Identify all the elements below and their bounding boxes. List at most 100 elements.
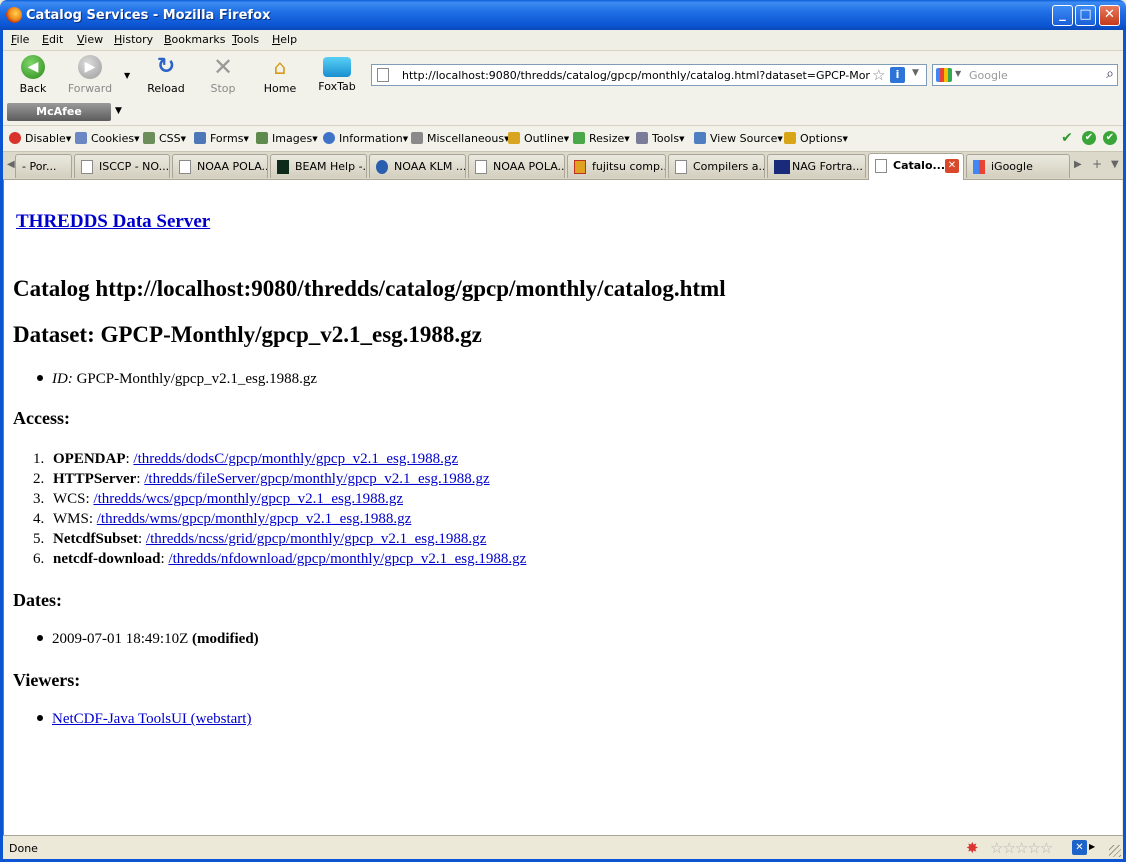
- css-valid-icon[interactable]: ✔: [1060, 131, 1074, 145]
- tab-isccp[interactable]: ISCCP - NO...: [74, 154, 170, 178]
- menu-help[interactable]: Help: [272, 33, 297, 46]
- tab-noaa-polar-2[interactable]: NOAA POLA...: [468, 154, 565, 178]
- beam-icon: [277, 160, 289, 174]
- mcafee-dropdown-icon[interactable]: ▼: [115, 106, 122, 116]
- menu-history[interactable]: History: [114, 33, 153, 46]
- menu-tools[interactable]: Tools: [232, 33, 259, 46]
- thredds-data-server-link[interactable]: THREDDS Data Server: [16, 211, 210, 233]
- html-valid-icon[interactable]: ✔: [1082, 131, 1096, 145]
- page-icon: [875, 159, 887, 173]
- tab-fujitsu[interactable]: fujitsu comp...: [567, 154, 666, 178]
- menu-bookmarks[interactable]: Bookmarks: [164, 33, 225, 46]
- tab-beam-help[interactable]: BEAM Help -...: [270, 154, 367, 178]
- menu-edit[interactable]: Edit: [42, 33, 63, 46]
- access-number: 1.: [33, 451, 45, 467]
- reload-button[interactable]: ↻ Reload: [146, 55, 186, 96]
- page-icon: [675, 160, 687, 174]
- maximize-button[interactable]: □: [1075, 5, 1096, 26]
- tab-scroll-right-icon[interactable]: ▶: [1074, 159, 1082, 170]
- tab-noaa-klm[interactable]: NOAA KLM ...: [369, 154, 466, 178]
- resize-grip[interactable]: [1109, 845, 1121, 857]
- menu-file[interactable]: File: [11, 33, 29, 46]
- wd-tools-menu[interactable]: Tools▼: [636, 132, 685, 145]
- home-button[interactable]: ⌂ Home: [263, 55, 297, 95]
- wd-images-label: Images: [272, 132, 313, 145]
- window-title: Catalog Services - Mozilla Firefox: [26, 8, 271, 23]
- wms-link[interactable]: /thredds/wms/gpcp/monthly/gpcp_v2.1_esg.…: [97, 511, 412, 527]
- status-addon-icon[interactable]: ✕: [1072, 840, 1087, 855]
- tab-igoogle[interactable]: iGoogle: [966, 154, 1070, 178]
- search-box[interactable]: ▼ Google ⌕: [932, 64, 1118, 86]
- google-icon[interactable]: [936, 68, 952, 82]
- home-label: Home: [263, 82, 297, 95]
- dates-heading: Dates:: [13, 590, 62, 610]
- minimize-button[interactable]: _: [1052, 5, 1073, 26]
- tab-label: ISCCP - NO...: [99, 160, 170, 173]
- wd-options-menu[interactable]: Options▼: [784, 132, 848, 145]
- back-button[interactable]: ◀ Back: [17, 55, 49, 95]
- information-icon: [323, 132, 335, 144]
- outline-icon: [508, 132, 520, 144]
- new-tab-icon[interactable]: +: [1092, 157, 1102, 171]
- status-arrow-icon[interactable]: ▶: [1089, 842, 1095, 851]
- url-dropdown-icon[interactable]: ▼: [912, 68, 919, 78]
- access-number: 2.: [33, 471, 45, 487]
- address-bar[interactable]: http://localhost:9080/thredds/catalog/gp…: [371, 64, 927, 86]
- tab-bar: ◀ - Por... ISCCP - NO... NOAA POLA... BE…: [3, 152, 1123, 180]
- access-item: 2. HTTPServer: /thredds/fileServer/gpcp/m…: [33, 471, 490, 487]
- status-alert-icon[interactable]: ✸: [966, 839, 979, 857]
- wd-forms-menu[interactable]: Forms▼: [194, 132, 249, 145]
- page-icon: [475, 160, 487, 174]
- access-item: 6. netcdf-download: /thredds/nfdownload/g…: [33, 551, 527, 567]
- wd-cookies-menu[interactable]: Cookies▼: [75, 132, 139, 145]
- js-valid-icon[interactable]: ✔: [1103, 131, 1117, 145]
- tab-compilers[interactable]: Compilers a...: [668, 154, 765, 178]
- close-tab-icon[interactable]: ✕: [945, 159, 959, 173]
- wd-resize-menu[interactable]: Resize▼: [573, 132, 630, 145]
- foxtab-button[interactable]: FoxTab: [317, 55, 357, 93]
- menu-view[interactable]: View: [77, 33, 103, 46]
- tab-noaa-polar-1[interactable]: NOAA POLA...: [172, 154, 268, 178]
- tab-label: fujitsu comp...: [592, 160, 666, 173]
- rating-stars-icon[interactable]: ☆☆☆☆☆: [990, 839, 1053, 857]
- bookmark-star-icon[interactable]: ☆: [872, 66, 885, 84]
- httpserver-link[interactable]: /thredds/fileServer/gpcp/monthly/gpcp_v2…: [144, 471, 489, 487]
- tab-portal[interactable]: - Por...: [15, 154, 72, 178]
- close-button[interactable]: ✕: [1099, 5, 1120, 26]
- opendap-link[interactable]: /thredds/dodsC/gpcp/monthly/gpcp_v2.1_es…: [133, 451, 458, 467]
- mcafee-button[interactable]: McAfee: [7, 103, 111, 121]
- wd-viewsource-menu[interactable]: View Source▼: [694, 132, 783, 145]
- tab-nag-fortran[interactable]: NAG Fortra...: [767, 154, 866, 178]
- search-input[interactable]: Google: [969, 69, 1008, 82]
- url-input[interactable]: http://localhost:9080/thredds/catalog/gp…: [402, 69, 870, 82]
- netcdf-download-link[interactable]: /thredds/nfdownload/gpcp/monthly/gpcp_v2…: [168, 551, 526, 567]
- tab-label: Compilers a...: [693, 160, 765, 173]
- netcdfsubset-link[interactable]: /thredds/ncss/grid/gpcp/monthly/gpcp_v2.…: [146, 531, 486, 547]
- date-type: (modified): [192, 631, 259, 647]
- wd-images-menu[interactable]: Images▼: [256, 132, 318, 145]
- wd-information-menu[interactable]: Information▼: [323, 132, 408, 145]
- foxtab-label: FoxTab: [318, 80, 356, 93]
- miscellaneous-icon: [411, 132, 423, 144]
- history-dropdown-icon[interactable]: ▼: [124, 71, 130, 80]
- stop-button[interactable]: ✕ Stop: [208, 55, 238, 95]
- search-icon[interactable]: ⌕: [1106, 66, 1114, 82]
- tab-catalog-active[interactable]: Catalo... ✕: [868, 153, 964, 180]
- toolsui-webstart-link[interactable]: NetCDF-Java ToolsUI (webstart): [52, 711, 251, 727]
- mcafee-label: McAfee: [36, 105, 82, 118]
- dataset-id: ID: GPCP-Monthly/gpcp_v2.1_esg.1988.gz: [37, 371, 317, 388]
- tab-scroll-left-icon[interactable]: ◀: [7, 159, 15, 170]
- access-item: 3. WCS: /thredds/wcs/gpcp/monthly/gpcp_v2…: [33, 491, 403, 507]
- wd-css-menu[interactable]: CSS▼: [143, 132, 186, 145]
- tab-label: NOAA POLA...: [197, 160, 268, 173]
- wcs-link[interactable]: /thredds/wcs/gpcp/monthly/gpcp_v2.1_esg.…: [93, 491, 403, 507]
- mcafee-toolbar: McAfee ▼: [3, 99, 1123, 126]
- wd-disable-menu[interactable]: Disable▼: [9, 132, 71, 145]
- all-tabs-dropdown-icon[interactable]: ▼: [1111, 159, 1119, 170]
- forward-button[interactable]: ▶ Forward: [67, 55, 113, 95]
- search-engine-dropdown-icon[interactable]: ▼: [955, 69, 961, 78]
- site-info-icon[interactable]: i: [890, 67, 905, 83]
- catalog-heading: Catalog http://localhost:9080/thredds/ca…: [13, 276, 726, 301]
- wd-misc-menu[interactable]: Miscellaneous▼: [411, 132, 510, 145]
- wd-outline-menu[interactable]: Outline▼: [508, 132, 569, 145]
